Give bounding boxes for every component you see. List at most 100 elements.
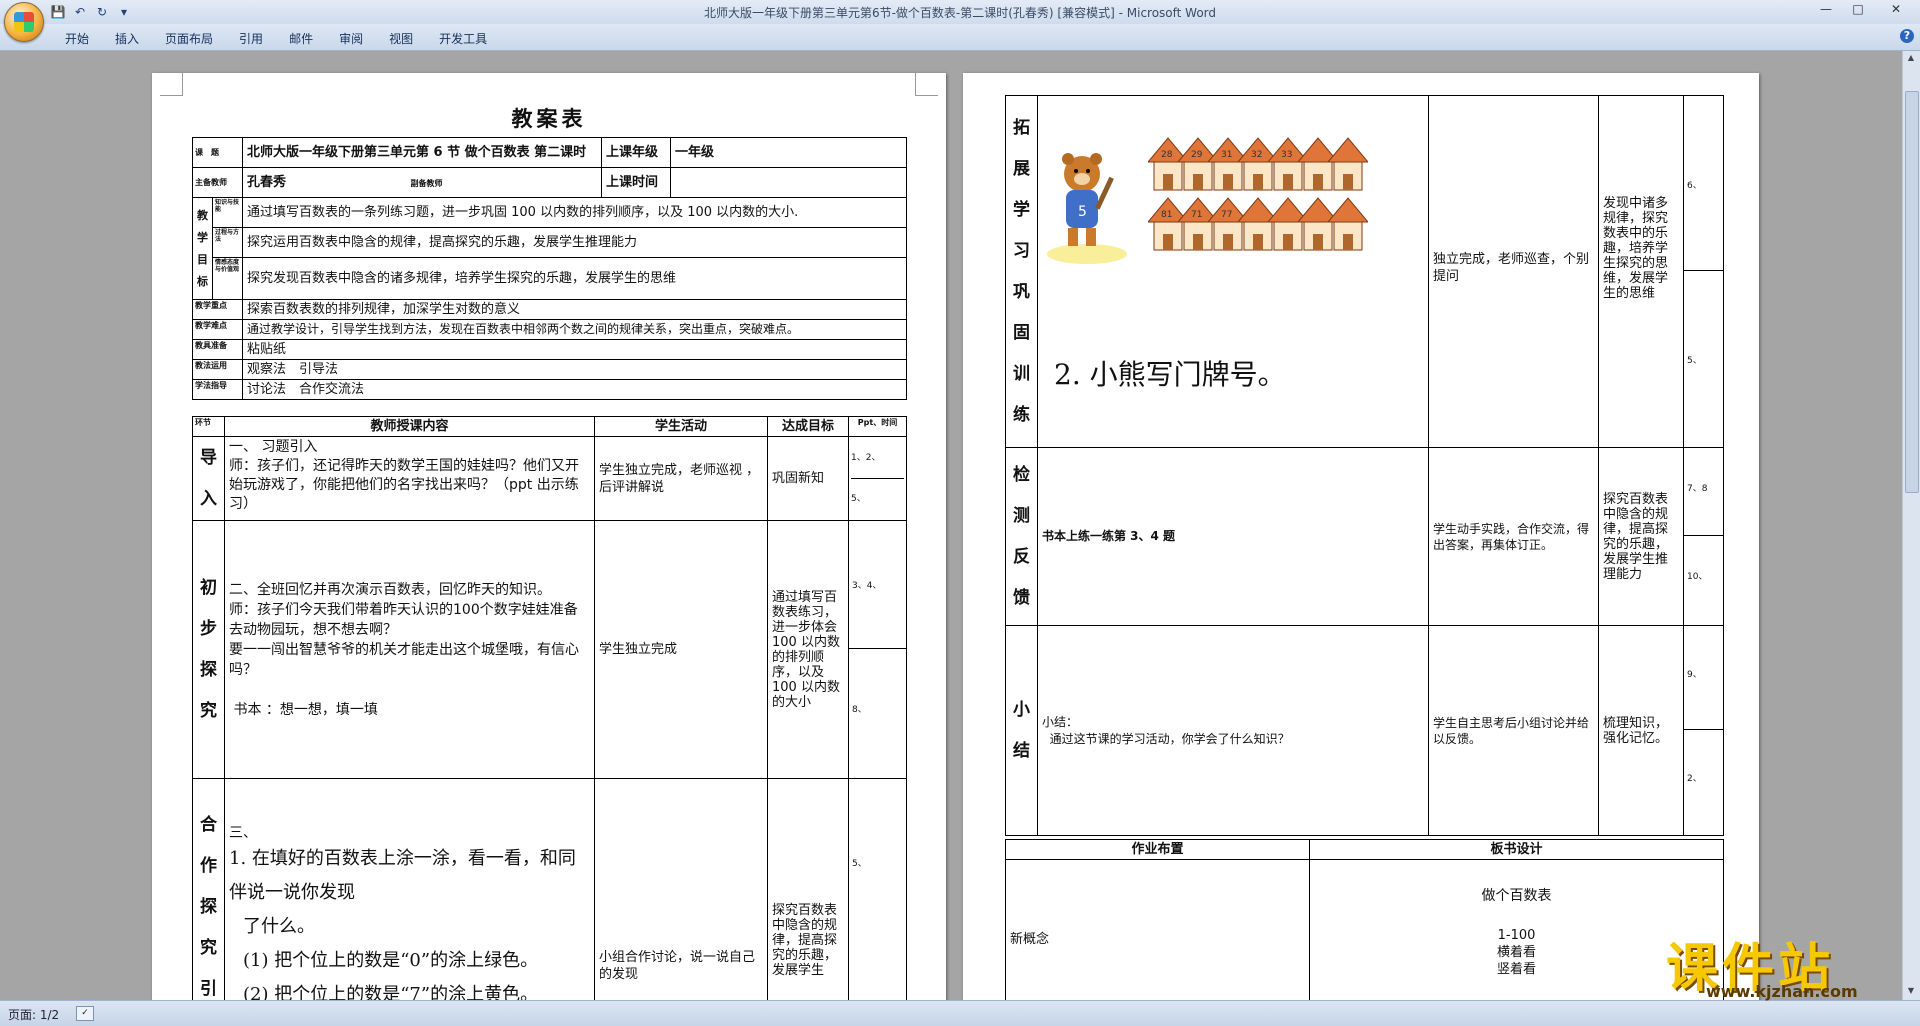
house-shape: 31 xyxy=(1206,137,1250,191)
document-page-2: 拓 展 学 习 巩 固 训 练 5 28 29 31 32 33 81 71 7… xyxy=(963,73,1759,1005)
row-label: 教学重点 xyxy=(192,299,243,320)
content-header: 教师授课内容 xyxy=(224,416,595,437)
tab-home[interactable]: 开始 xyxy=(52,28,102,49)
phase-char: 究 xyxy=(200,938,217,958)
house-number: 29 xyxy=(1191,150,1203,160)
help-icon[interactable]: ? xyxy=(1900,29,1914,43)
ppt-value: 6、 xyxy=(1684,97,1723,271)
row-value: 通过教学设计，引导学生找到方法，发现在百数表中相邻两个数之间的规律关系，突出重点… xyxy=(242,319,907,340)
goals-label-char: 学 xyxy=(197,230,208,244)
homework-cell: 新概念 xyxy=(1005,859,1310,1005)
lesson-plan-header-table: 课 题 北师大版一年级下册第三单元第 6 节 做个百数表 第二课时 上课年级 一… xyxy=(192,137,907,400)
phase-char: 检 xyxy=(1013,464,1030,485)
tab-developer[interactable]: 开发工具 xyxy=(426,28,500,49)
ppt-value: 5、 xyxy=(1687,356,1702,366)
content-cell: 小结： 通过这节课的学习活动，你学会了什么知识？ xyxy=(1037,625,1429,836)
watermark-url: www.kjzhan.com xyxy=(1706,982,1858,1001)
content-intro: 三、 xyxy=(229,825,257,841)
goals-label-char: 目 xyxy=(197,252,208,266)
phase-char: 馈 xyxy=(1013,587,1030,608)
content-cell: 一、 习题引入 师：孩子们，还记得昨天的数学王国的娃娃吗？他们又开始玩游戏了，你… xyxy=(224,436,595,521)
goal-knowledge: 通过填写百数表的一条列练习题，进一步巩固 100 以内数的排列顺序，以及 100… xyxy=(242,197,907,228)
ppt-value: 2、 xyxy=(1687,774,1702,784)
phase-char: 练 xyxy=(1013,404,1030,425)
goal-header: 达成目标 xyxy=(767,416,849,437)
proofing-icon[interactable]: ✓ xyxy=(76,1006,94,1021)
student-cell: 学生独立完成，老师巡视 ，后评讲解说 xyxy=(594,436,768,521)
course-value: 北师大版一年级下册第三单元第 6 节 做个百数表 第二课时 xyxy=(242,137,602,168)
phase-cooperate: 合 作 探 究 引 xyxy=(192,778,225,1005)
house-shape xyxy=(1296,197,1340,251)
phase-char: 究 xyxy=(200,700,217,721)
houses-illustration: 28 29 31 32 33 81 71 77 xyxy=(1148,137,1368,251)
title-bar: 💾 ↶ ↻ ▾ 北师大版一年级下册第三单元第6节-做个百数表-第二课时(孔春秀)… xyxy=(0,0,1920,42)
ppt-value: 1、2、 xyxy=(851,438,904,479)
lesson-time-label: 上课时间 xyxy=(601,167,671,198)
office-button[interactable] xyxy=(4,2,44,42)
lesson-process-table-continued: 拓 展 学 习 巩 固 训 练 5 28 29 31 32 33 81 71 7… xyxy=(1005,95,1724,836)
ribbon: 开始 插入 页面布局 引用 邮件 审阅 视图 开发工具 ? xyxy=(0,24,1920,51)
board-line: 做个百数表 xyxy=(1481,888,1552,904)
house-shape: 33 xyxy=(1266,137,1310,191)
house-shape: 81 xyxy=(1148,197,1190,251)
house-number: 71 xyxy=(1191,210,1202,220)
maximize-button[interactable]: □ xyxy=(1842,0,1874,20)
house-number: 33 xyxy=(1281,150,1292,160)
ribbon-tabs: 开始 插入 页面布局 引用 邮件 审阅 视图 开发工具 xyxy=(52,28,500,49)
tab-insert[interactable]: 插入 xyxy=(102,28,152,49)
office-logo-icon xyxy=(14,12,34,32)
phase-practice: 拓 展 学 习 巩 固 训 练 xyxy=(1005,95,1038,448)
teacher-name: 孔春秀 xyxy=(247,175,287,190)
row-label: 教法运用 xyxy=(192,359,243,380)
homework-header: 作业布置 xyxy=(1005,839,1310,860)
handwritten-line: 1. 在填好的百数表上涂一涂，看一看，和同伴说一说你发现 xyxy=(229,848,576,903)
goal-cell: 巩固新知 xyxy=(767,436,849,521)
student-header: 学生活动 xyxy=(594,416,768,437)
goal-cell: 梳理知识，强化记忆。 xyxy=(1598,625,1684,836)
ppt-value: 10、 xyxy=(1687,572,1708,582)
goal-cell: 探究百数表中隐含的规律，提高探究的乐趣，发展学生 xyxy=(767,778,849,1005)
tab-review[interactable]: 审阅 xyxy=(326,28,376,49)
board-line: 横着看 xyxy=(1496,945,1536,960)
ppt-value: 5、 xyxy=(851,494,866,504)
close-button[interactable]: ✕ xyxy=(1874,0,1918,20)
phase-char: 习 xyxy=(1013,240,1030,261)
class-grade-label: 上课年级 xyxy=(601,137,671,168)
page-indicator[interactable]: 页面: 1/2 xyxy=(8,1006,59,1023)
lesson-process-table: 环节 教师授课内容 学生活动 达成目标 Ppt、时间 导 入 一、 习题引入 师… xyxy=(192,416,907,1005)
goal-sub-label: 过程与方法 xyxy=(212,227,243,258)
ppt-cell: 5、 xyxy=(848,778,907,1005)
minimize-button[interactable]: — xyxy=(1810,0,1842,20)
practice-content-cell: 5 28 29 31 32 33 81 71 77 2. 小熊写门牌号。 xyxy=(1037,95,1429,448)
ppt-cell: 6、 5、 xyxy=(1683,95,1724,448)
tab-references[interactable]: 引用 xyxy=(226,28,276,49)
class-grade-value: 一年级 xyxy=(670,137,907,168)
lesson-time-value xyxy=(670,167,907,198)
row-label: 教具准备 xyxy=(192,339,243,360)
goals-label-char: 教 xyxy=(197,208,208,222)
phase-explore: 初 步 探 究 xyxy=(192,520,225,779)
phase-intro: 导 入 xyxy=(192,436,225,521)
co-teacher-label: 副备教师 xyxy=(410,179,443,188)
board-header: 板书设计 xyxy=(1309,839,1724,860)
phase-char: 展 xyxy=(1013,158,1030,179)
tab-view[interactable]: 视图 xyxy=(376,28,426,49)
scroll-up-icon[interactable]: ▲ xyxy=(1905,53,1917,65)
vertical-scrollbar[interactable]: ▲ ▼ xyxy=(1902,51,1920,1000)
goal-cell: 通过填写百数表练习，进一步体会 100 以内数的排列顺序，以及 100 以内数的… xyxy=(767,520,849,779)
scrollbar-thumb[interactable] xyxy=(1905,91,1919,493)
phase-char: 作 xyxy=(200,856,217,876)
phase-char: 小 xyxy=(1013,699,1030,720)
bear-sign-number: 5 xyxy=(1078,204,1087,220)
phase-char: 探 xyxy=(200,897,217,917)
scroll-down-icon[interactable]: ▼ xyxy=(1905,986,1917,998)
board-cell: 做个百数表 1-100 横着看 竖着看 xyxy=(1309,859,1724,1005)
goal-process: 探究运用百数表中隐含的规律，提高探究的乐趣，发展学生推理能力 xyxy=(242,227,907,258)
row-label: 教学难点 xyxy=(192,319,243,340)
ppt-value: 5、 xyxy=(852,859,867,869)
phase-char: 训 xyxy=(1013,363,1030,384)
tab-mailings[interactable]: 邮件 xyxy=(276,28,326,49)
ppt-value: 9、 xyxy=(1684,627,1723,730)
tab-page-layout[interactable]: 页面布局 xyxy=(152,28,226,49)
phase-char: 测 xyxy=(1013,505,1030,526)
